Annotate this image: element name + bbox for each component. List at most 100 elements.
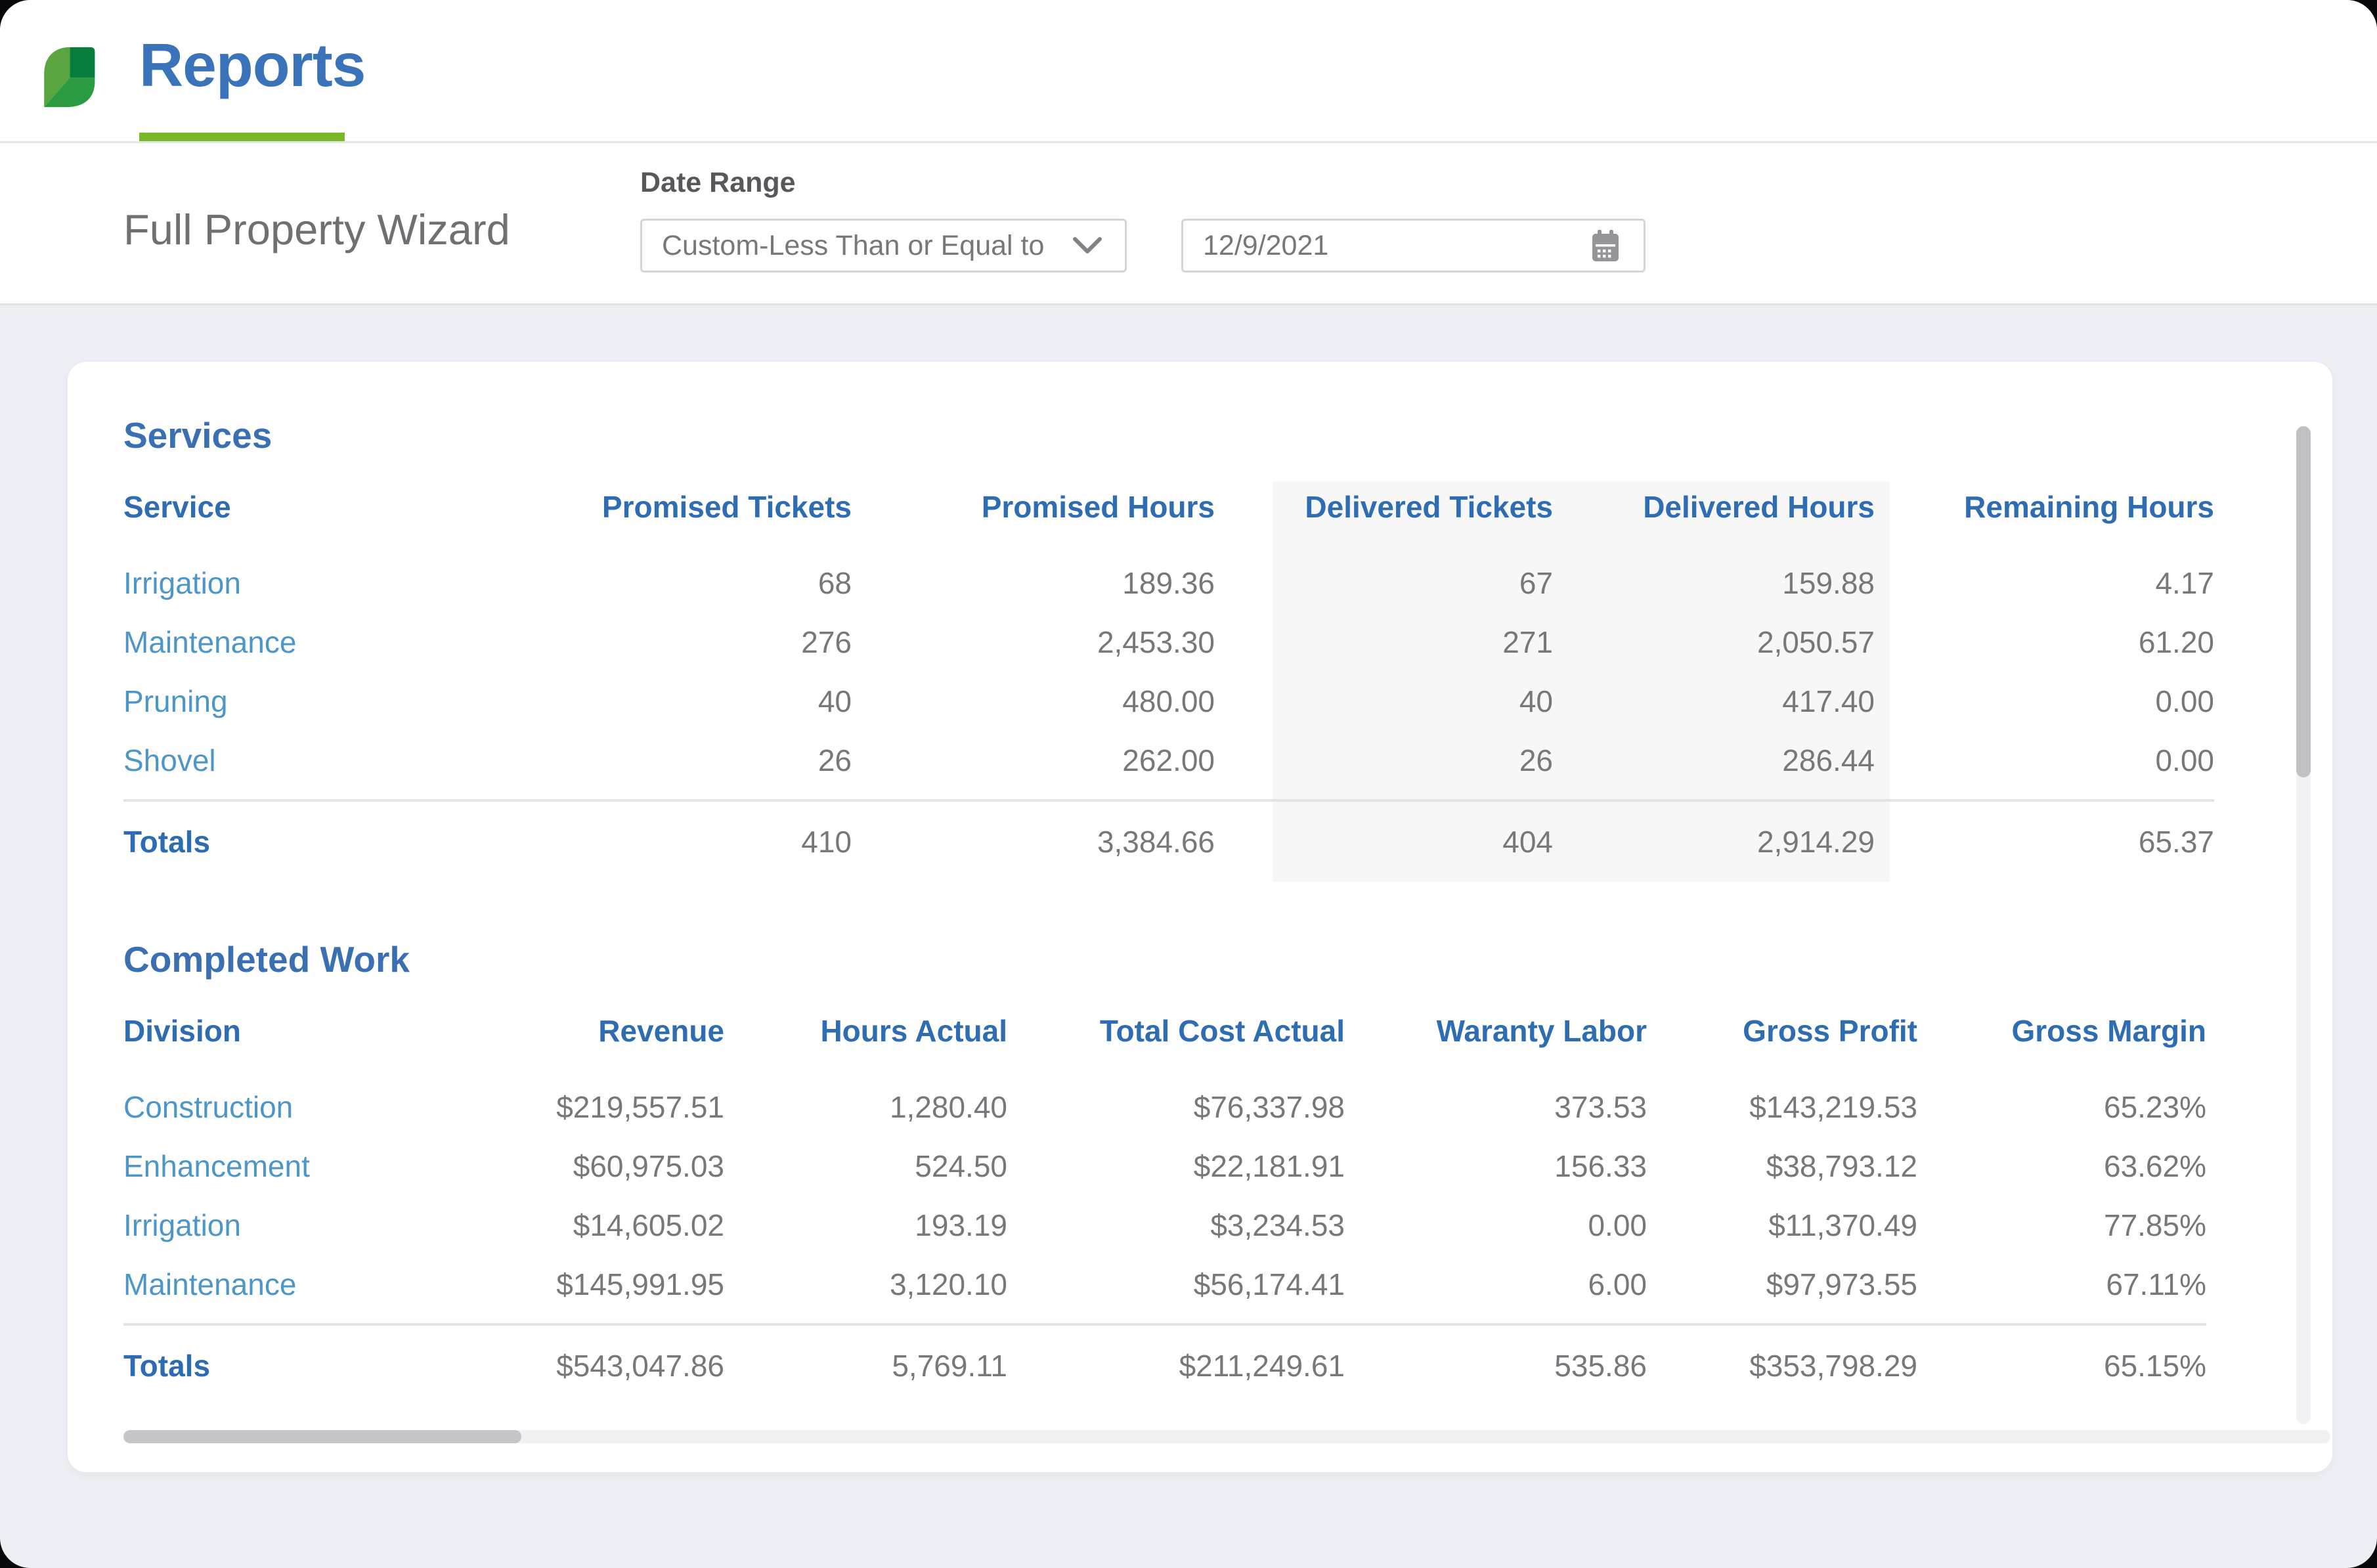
value-cell: 65.37 [1875, 800, 2214, 883]
totals-row: Totals $543,047.86 5,769.11 $211,249.61 … [123, 1324, 2206, 1407]
value-cell: $543,047.86 [491, 1324, 724, 1407]
value-cell: 3,120.10 [724, 1255, 1007, 1324]
table-row: Maintenance 276 2,453.30 271 2,050.57 61… [123, 613, 2214, 672]
value-cell: 65.23% [1917, 1078, 2206, 1137]
value-cell: 6.00 [1345, 1255, 1647, 1324]
value-cell: 480.00 [852, 672, 1215, 731]
column-header: Promised Hours [852, 489, 1215, 554]
column-header: Hours Actual [724, 1013, 1007, 1078]
column-header: Remaining Hours [1875, 489, 2214, 554]
service-link[interactable]: Irrigation [123, 554, 517, 613]
date-filter-select[interactable]: Custom-Less Than or Equal to [640, 219, 1127, 272]
report-card: Services Service Promised Tickets Pr [68, 362, 2332, 1472]
value-cell: 3,384.66 [852, 800, 1215, 883]
totals-label: Totals [123, 1324, 491, 1407]
value-cell: 417.40 [1553, 672, 1875, 731]
value-cell: 1,280.40 [724, 1078, 1007, 1137]
value-cell: $219,557.51 [491, 1078, 724, 1137]
value-cell: $60,975.03 [491, 1137, 724, 1196]
value-cell: $211,249.61 [1007, 1324, 1345, 1407]
value-cell: 524.50 [724, 1137, 1007, 1196]
value-cell: 189.36 [852, 554, 1215, 613]
value-cell: 535.86 [1345, 1324, 1647, 1407]
completed-work-table: Division Revenue Hours Actual Total Cost… [123, 1013, 2206, 1407]
calendar-icon[interactable] [1590, 229, 1621, 263]
report-name: Full Property Wizard [123, 205, 510, 254]
value-cell: 373.53 [1345, 1078, 1647, 1137]
totals-label: Totals [123, 800, 517, 883]
value-cell: 410 [517, 800, 852, 883]
value-cell: 271 [1215, 613, 1553, 672]
services-heading: Services [123, 414, 2332, 456]
value-cell: 26 [1215, 731, 1553, 800]
table-row: Irrigation 68 189.36 67 159.88 4.17 [123, 554, 2214, 613]
value-cell: $22,181.91 [1007, 1137, 1345, 1196]
table-row: Construction $219,557.51 1,280.40 $76,33… [123, 1078, 2206, 1137]
services-header-row: Service Promised Tickets Promised Hours … [123, 489, 2214, 554]
value-cell: 0.00 [1875, 731, 2214, 800]
report-toolbar: Full Property Wizard Date Range Custom-L… [0, 143, 2377, 305]
value-cell: 67.11% [1917, 1255, 2206, 1324]
column-header: Gross Margin [1917, 1013, 2206, 1078]
value-cell: 0.00 [1345, 1196, 1647, 1255]
horizontal-scrollbar[interactable] [123, 1430, 2330, 1443]
value-cell: 4.17 [1875, 554, 2214, 613]
division-link[interactable]: Construction [123, 1078, 491, 1137]
value-cell: 40 [517, 672, 852, 731]
date-range-controls: Custom-Less Than or Equal to 12/9/2021 [640, 219, 1646, 272]
value-cell: 159.88 [1553, 554, 1875, 613]
division-link[interactable]: Enhancement [123, 1137, 491, 1196]
service-link[interactable]: Pruning [123, 672, 517, 731]
value-cell: $3,234.53 [1007, 1196, 1345, 1255]
value-cell: 2,914.29 [1553, 800, 1875, 883]
table-row: Enhancement $60,975.03 524.50 $22,181.91… [123, 1137, 2206, 1196]
table-row: Irrigation $14,605.02 193.19 $3,234.53 0… [123, 1196, 2206, 1255]
sprout-leaf-icon[interactable] [37, 45, 98, 110]
value-cell: $11,370.49 [1647, 1196, 1917, 1255]
active-tab-underline [139, 133, 345, 141]
division-link[interactable]: Maintenance [123, 1255, 491, 1324]
vertical-scrollbar[interactable] [2296, 426, 2311, 1424]
table-row: Maintenance $145,991.95 3,120.10 $56,174… [123, 1255, 2206, 1324]
value-cell: 26 [517, 731, 852, 800]
service-link[interactable]: Shovel [123, 731, 517, 800]
value-cell: $353,798.29 [1647, 1324, 1917, 1407]
column-header: Waranty Labor [1345, 1013, 1647, 1078]
value-cell: 40 [1215, 672, 1553, 731]
completed-work-table-wrap: Division Revenue Hours Actual Total Cost… [123, 1013, 2332, 1407]
column-header: Delivered Tickets [1215, 489, 1553, 554]
chevron-down-icon [1072, 236, 1102, 255]
value-cell: $143,219.53 [1647, 1078, 1917, 1137]
service-link[interactable]: Maintenance [123, 613, 517, 672]
value-cell: 156.33 [1345, 1137, 1647, 1196]
services-table-wrap: Service Promised Tickets Promised Hours … [123, 489, 2332, 883]
totals-row: Totals 410 3,384.66 404 2,914.29 65.37 [123, 800, 2214, 883]
date-input[interactable]: 12/9/2021 [1181, 219, 1646, 272]
column-header: Gross Profit [1647, 1013, 1917, 1078]
value-cell: 65.15% [1917, 1324, 2206, 1407]
top-bar: Reports [0, 0, 2377, 143]
value-cell: 68 [517, 554, 852, 613]
value-cell: 77.85% [1917, 1196, 2206, 1255]
value-cell: 286.44 [1553, 731, 1875, 800]
horizontal-scrollbar-thumb[interactable] [123, 1430, 521, 1443]
value-cell: 61.20 [1875, 613, 2214, 672]
value-cell: $76,337.98 [1007, 1078, 1345, 1137]
value-cell: 2,050.57 [1553, 613, 1875, 672]
column-header: Division [123, 1013, 491, 1078]
date-filter-value: Custom-Less Than or Equal to [662, 230, 1044, 262]
value-cell: 0.00 [1875, 672, 2214, 731]
services-table: Service Promised Tickets Promised Hours … [123, 489, 2214, 883]
value-cell: 67 [1215, 554, 1553, 613]
completed-work-heading: Completed Work [123, 938, 2332, 980]
column-header: Promised Tickets [517, 489, 852, 554]
vertical-scrollbar-thumb[interactable] [2296, 426, 2311, 777]
date-range-label: Date Range [640, 167, 1646, 199]
column-header: Revenue [491, 1013, 724, 1078]
division-link[interactable]: Irrigation [123, 1196, 491, 1255]
page-body: Services Service Promised Tickets Pr [0, 362, 2377, 1568]
page-title[interactable]: Reports [139, 30, 365, 100]
value-cell: $56,174.41 [1007, 1255, 1345, 1324]
report-card-content: Services Service Promised Tickets Pr [68, 362, 2332, 1407]
value-cell: 5,769.11 [724, 1324, 1007, 1407]
